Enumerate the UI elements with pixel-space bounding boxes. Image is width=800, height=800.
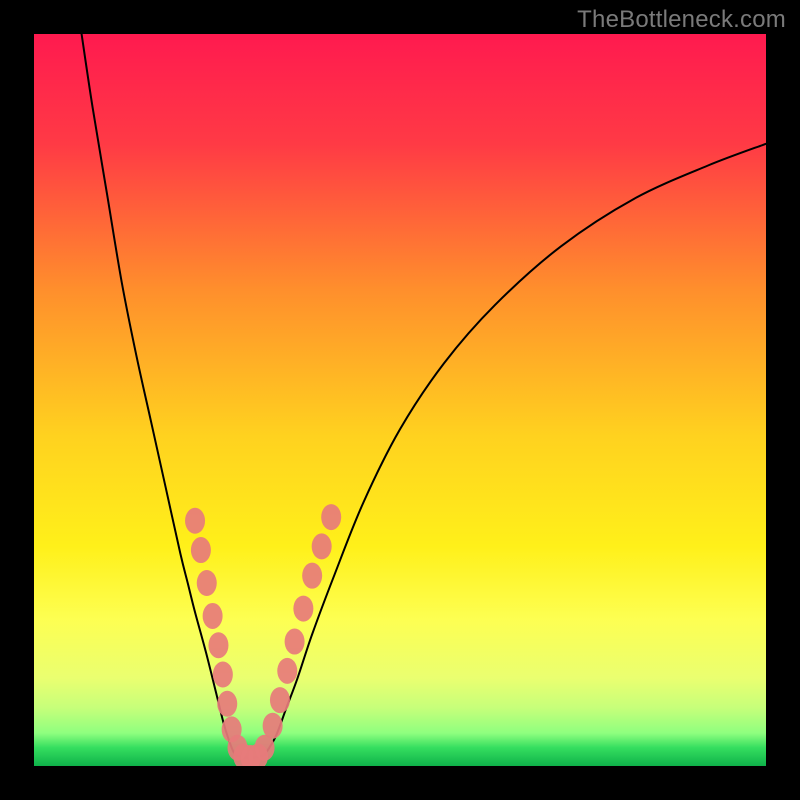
marker-20 — [321, 504, 341, 530]
marker-2 — [197, 570, 217, 596]
marker-1 — [191, 537, 211, 563]
marker-3 — [203, 603, 223, 629]
marker-15 — [277, 658, 297, 684]
marker-6 — [217, 691, 237, 717]
marker-16 — [285, 629, 305, 655]
marker-4 — [208, 632, 228, 658]
marker-18 — [302, 563, 322, 589]
curve-right-branch — [265, 144, 766, 755]
marker-17 — [293, 596, 313, 622]
marker-14 — [270, 687, 290, 713]
marker-5 — [213, 662, 233, 688]
curve-layer — [34, 34, 766, 766]
marker-19 — [312, 533, 332, 559]
marker-0 — [185, 508, 205, 534]
marker-13 — [263, 713, 283, 739]
plot-area — [34, 34, 766, 766]
outer-frame: TheBottleneck.com — [0, 0, 800, 800]
watermark-text: TheBottleneck.com — [577, 6, 786, 34]
